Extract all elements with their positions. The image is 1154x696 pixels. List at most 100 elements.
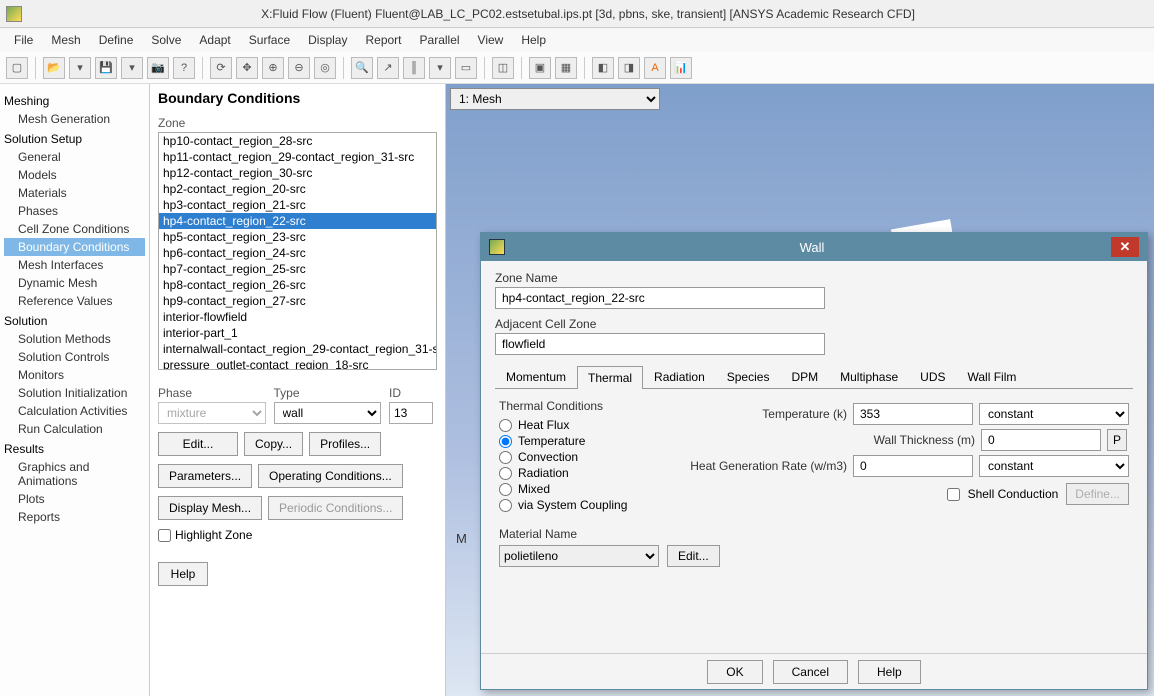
wall-thickness-field[interactable] bbox=[981, 429, 1101, 451]
zone-item[interactable]: internalwall-contact_region_29-contact_r… bbox=[159, 341, 436, 357]
menu-define[interactable]: Define bbox=[91, 31, 142, 49]
ruler-icon[interactable]: ║ bbox=[403, 57, 425, 79]
tab-momentum[interactable]: Momentum bbox=[495, 365, 577, 388]
edit-button[interactable]: Edit... bbox=[158, 432, 238, 456]
dropdown-icon[interactable]: ▾ bbox=[121, 57, 143, 79]
tree-graphics[interactable]: Graphics and Animations bbox=[4, 458, 145, 490]
zone-item[interactable]: hp4-contact_region_22-src bbox=[159, 213, 436, 229]
ok-button[interactable]: OK bbox=[707, 660, 762, 684]
tree-calc-activities[interactable]: Calculation Activities bbox=[4, 402, 145, 420]
tab-species[interactable]: Species bbox=[716, 365, 781, 388]
highlight-zone-checkbox[interactable] bbox=[158, 529, 171, 542]
radio-convection[interactable] bbox=[499, 451, 512, 464]
new-icon[interactable]: ▢ bbox=[6, 57, 28, 79]
dialog-help-button[interactable]: Help bbox=[858, 660, 921, 684]
radio-radiation[interactable] bbox=[499, 467, 512, 480]
tree-mesh-interfaces[interactable]: Mesh Interfaces bbox=[4, 256, 145, 274]
close-icon[interactable]: ✕ bbox=[1111, 237, 1139, 257]
dropdown-icon[interactable]: ▾ bbox=[69, 57, 91, 79]
pan-icon[interactable]: ✥ bbox=[236, 57, 258, 79]
tab-wall-film[interactable]: Wall Film bbox=[957, 365, 1028, 388]
zone-item[interactable]: hp10-contact_region_28-src bbox=[159, 133, 436, 149]
zone-item[interactable]: interior-part_1 bbox=[159, 325, 436, 341]
chart-icon[interactable]: 📊 bbox=[670, 57, 692, 79]
target-icon[interactable]: ◎ bbox=[314, 57, 336, 79]
tree-dynamic-mesh[interactable]: Dynamic Mesh bbox=[4, 274, 145, 292]
heat-gen-mode-select[interactable]: constant bbox=[979, 455, 1129, 477]
parameters-button[interactable]: Parameters... bbox=[158, 464, 252, 488]
zone-item[interactable]: hp9-contact_region_27-src bbox=[159, 293, 436, 309]
layout-icon[interactable]: ◫ bbox=[492, 57, 514, 79]
tree-meshing[interactable]: Meshing bbox=[4, 94, 145, 108]
zone-item[interactable]: hp7-contact_region_25-src bbox=[159, 261, 436, 277]
tab-multiphase[interactable]: Multiphase bbox=[829, 365, 909, 388]
save-icon[interactable]: 💾 bbox=[95, 57, 117, 79]
menu-view[interactable]: View bbox=[470, 31, 512, 49]
tab-thermal[interactable]: Thermal bbox=[577, 366, 643, 389]
id-field[interactable] bbox=[389, 402, 433, 424]
zoom-out-icon[interactable]: ⊖ bbox=[288, 57, 310, 79]
tree-materials[interactable]: Materials bbox=[4, 184, 145, 202]
tree-phases[interactable]: Phases bbox=[4, 202, 145, 220]
temperature-field[interactable] bbox=[853, 403, 973, 425]
tree-run-calculation[interactable]: Run Calculation bbox=[4, 420, 145, 438]
tree-reference-values[interactable]: Reference Values bbox=[4, 292, 145, 310]
radio-system-coupling[interactable] bbox=[499, 499, 512, 512]
adjacent-zone-field[interactable] bbox=[495, 333, 825, 355]
menu-display[interactable]: Display bbox=[300, 31, 355, 49]
tab-dpm[interactable]: DPM bbox=[780, 365, 829, 388]
copy-button[interactable]: Copy... bbox=[244, 432, 303, 456]
tree-results[interactable]: Results bbox=[4, 442, 145, 456]
zone-item[interactable]: pressure_outlet-contact_region_18-src bbox=[159, 357, 436, 370]
tree-solution[interactable]: Solution bbox=[4, 314, 145, 328]
zone-item[interactable]: hp6-contact_region_24-src bbox=[159, 245, 436, 261]
cancel-button[interactable]: Cancel bbox=[773, 660, 848, 684]
zone-item[interactable]: hp11-contact_region_29-contact_region_31… bbox=[159, 149, 436, 165]
tree-solution-init[interactable]: Solution Initialization bbox=[4, 384, 145, 402]
profiles-button[interactable]: Profiles... bbox=[309, 432, 381, 456]
periodic-conditions-button[interactable]: Periodic Conditions... bbox=[268, 496, 403, 520]
menu-solve[interactable]: Solve bbox=[143, 31, 189, 49]
view1-icon[interactable]: ▣ bbox=[529, 57, 551, 79]
help-button[interactable]: Help bbox=[158, 562, 208, 586]
material-select[interactable]: polietileno bbox=[499, 545, 659, 567]
tree-solution-controls[interactable]: Solution Controls bbox=[4, 348, 145, 366]
zone-name-field[interactable] bbox=[495, 287, 825, 309]
zoom-in-icon[interactable]: ⊕ bbox=[262, 57, 284, 79]
tree-solution-setup[interactable]: Solution Setup bbox=[4, 132, 145, 146]
define-button[interactable]: Define... bbox=[1066, 483, 1129, 505]
tree-plots[interactable]: Plots bbox=[4, 490, 145, 508]
tab-uds[interactable]: UDS bbox=[909, 365, 956, 388]
tree-boundary-conditions[interactable]: Boundary Conditions bbox=[4, 238, 145, 256]
menu-adapt[interactable]: Adapt bbox=[191, 31, 238, 49]
tree-monitors[interactable]: Monitors bbox=[4, 366, 145, 384]
tree-solution-methods[interactable]: Solution Methods bbox=[4, 330, 145, 348]
probe-icon[interactable]: ↗ bbox=[377, 57, 399, 79]
tab-radiation[interactable]: Radiation bbox=[643, 365, 716, 388]
radio-mixed[interactable] bbox=[499, 483, 512, 496]
menu-report[interactable]: Report bbox=[357, 31, 409, 49]
tree-reports[interactable]: Reports bbox=[4, 508, 145, 526]
menu-help[interactable]: Help bbox=[513, 31, 554, 49]
rotate-icon[interactable]: ⟳ bbox=[210, 57, 232, 79]
menu-surface[interactable]: Surface bbox=[241, 31, 298, 49]
menu-file[interactable]: File bbox=[6, 31, 41, 49]
render-icon[interactable]: ◨ bbox=[618, 57, 640, 79]
wall-thickness-p-button[interactable]: P bbox=[1107, 429, 1127, 451]
dialog-titlebar[interactable]: Wall ✕ bbox=[481, 233, 1147, 261]
zone-item[interactable]: hp8-contact_region_26-src bbox=[159, 277, 436, 293]
zone-list[interactable]: hp10-contact_region_28-srchp11-contact_r… bbox=[158, 132, 437, 370]
tree-general[interactable]: General bbox=[4, 148, 145, 166]
select-icon[interactable]: ▭ bbox=[455, 57, 477, 79]
shell-conduction-checkbox[interactable] bbox=[947, 488, 960, 501]
tree-mesh-gen[interactable]: Mesh Generation bbox=[4, 110, 145, 128]
zone-item[interactable]: hp12-contact_region_30-src bbox=[159, 165, 436, 181]
open-icon[interactable]: 📂 bbox=[43, 57, 65, 79]
view-selector[interactable]: 1: Mesh bbox=[450, 88, 660, 110]
dropdown-icon[interactable]: ▾ bbox=[429, 57, 451, 79]
display-mesh-button[interactable]: Display Mesh... bbox=[158, 496, 262, 520]
view2-icon[interactable]: ▦ bbox=[555, 57, 577, 79]
phase-select[interactable]: mixture bbox=[158, 402, 266, 424]
material-edit-button[interactable]: Edit... bbox=[667, 545, 720, 567]
tree-models[interactable]: Models bbox=[4, 166, 145, 184]
